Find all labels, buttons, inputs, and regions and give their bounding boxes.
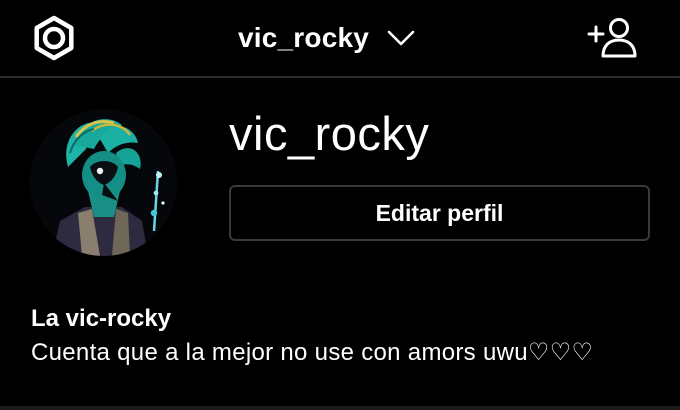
account-switcher[interactable]: vic_rocky	[238, 16, 415, 60]
chevron-down-icon	[387, 30, 415, 46]
top-bar: vic_rocky	[0, 0, 680, 78]
display-name: La vic-rocky	[31, 305, 172, 332]
profile-username: vic_rocky	[229, 107, 430, 160]
edit-profile-button[interactable]: Editar perfil	[229, 185, 650, 241]
avatar-image	[30, 109, 177, 256]
account-name: vic_rocky	[238, 22, 370, 53]
bottom-divider	[0, 406, 680, 410]
avatar[interactable]	[30, 109, 177, 256]
settings-gear-icon[interactable]	[31, 15, 77, 61]
add-user-icon[interactable]	[586, 16, 638, 58]
bio-text: Cuenta que a la mejor no use con amors u…	[31, 339, 594, 366]
